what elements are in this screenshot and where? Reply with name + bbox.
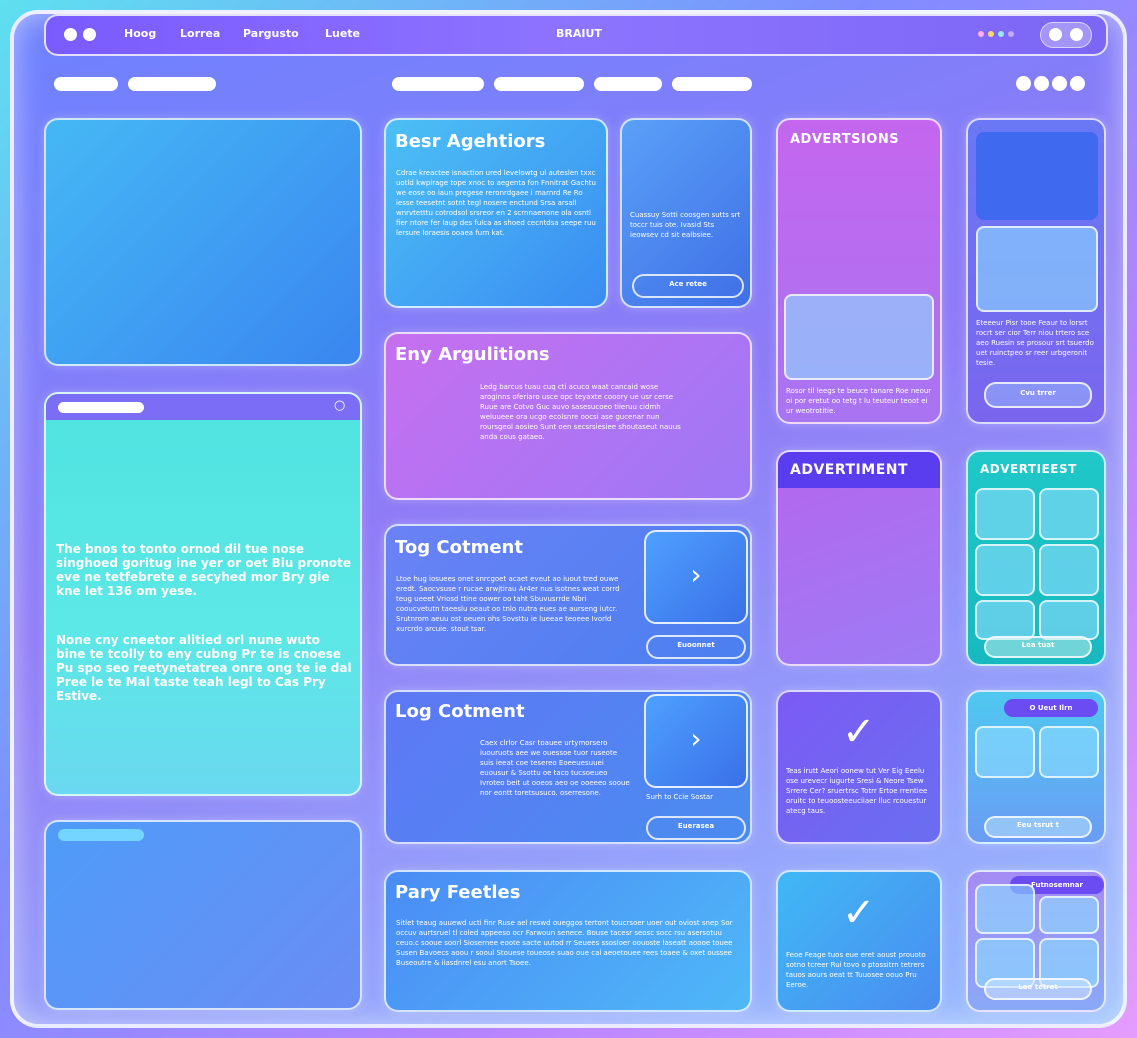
tog-card-title: Tog Cotment bbox=[395, 537, 523, 558]
nav-item[interactable]: Hoog bbox=[124, 27, 156, 40]
side-card-1-body: Eteeeur Pisr tooe Feaur to lorsrt rocrt … bbox=[976, 319, 1094, 367]
side-card-1-image-2 bbox=[976, 226, 1098, 312]
nav-item[interactable]: Lorrea bbox=[180, 27, 220, 40]
tab-pill[interactable] bbox=[672, 77, 752, 91]
log-card-body: Caex clrlor Casr toauee urtymorsero iuou… bbox=[480, 739, 630, 797]
side-card-2-button[interactable]: Lea tuat bbox=[984, 636, 1092, 658]
chevron-right-icon: › bbox=[690, 558, 702, 591]
check-icon: ✓ bbox=[842, 709, 876, 755]
grid-tile[interactable] bbox=[1039, 488, 1099, 540]
side-card-1-image bbox=[976, 132, 1098, 220]
check-card-1-body: Teas irutt Aeori oonew tut Ver Eig Eeelu… bbox=[786, 767, 928, 815]
grid-tile[interactable] bbox=[975, 726, 1035, 778]
pagination-dot-icon[interactable] bbox=[1034, 76, 1049, 91]
text-panel-paragraph: The bnos to tonto ornod dil tue nose sin… bbox=[56, 542, 352, 598]
tab-pill[interactable] bbox=[494, 77, 584, 91]
status-dot-icon bbox=[998, 31, 1004, 37]
side-card-2-title: ADVERTIEEST bbox=[980, 462, 1077, 476]
check-card-2-body: Feoe Feage tuos eue eret aoust prouoto s… bbox=[786, 951, 926, 989]
grid-tile[interactable] bbox=[1039, 726, 1099, 778]
side-card-1-button[interactable]: Cvu trrer bbox=[984, 382, 1092, 408]
side-card-4-button[interactable]: Loe tetret bbox=[984, 978, 1092, 1000]
status-dot-icon bbox=[978, 31, 984, 37]
text-panel-paragraph: None cny cneetor alitied orl nune wuto b… bbox=[56, 633, 352, 703]
grid-tile[interactable] bbox=[975, 884, 1035, 934]
pary-card-title: Pary Feetles bbox=[395, 882, 521, 903]
ad-card-1-image bbox=[784, 294, 934, 380]
tog-card-body: Ltoe hug iosuees onet snrcgoet acaet eve… bbox=[396, 575, 620, 633]
bottom-panel-header-bar bbox=[58, 829, 144, 841]
nav-item[interactable]: Pargusto bbox=[243, 27, 299, 40]
bottom-image-panel bbox=[44, 820, 362, 1010]
eny-card-title: Eny Argulitions bbox=[395, 344, 550, 365]
check-icon: ✓ bbox=[842, 890, 876, 936]
best-card-title: Besr Agehtiors bbox=[395, 131, 546, 152]
pary-card-body: Sitlet teaug auuewd ucti finr Ruse ael r… bbox=[396, 919, 733, 967]
grid-tile[interactable] bbox=[975, 544, 1035, 596]
ad-card-1-title: ADVERTSIONS bbox=[790, 132, 900, 147]
eny-card-body: Ledg barcus tuau cuq cti acuco waat canc… bbox=[480, 383, 681, 441]
grid-tile[interactable] bbox=[975, 600, 1035, 640]
tab-pill[interactable] bbox=[594, 77, 662, 91]
ad-card-2-title: ADVERTIMENT bbox=[790, 462, 909, 478]
best-card-body: Cdrae kreactee isnaction ured levelowtg … bbox=[396, 169, 596, 237]
grid-tile[interactable] bbox=[1039, 600, 1099, 640]
log-card-button[interactable]: Euerasea bbox=[646, 816, 746, 840]
secondary-nav-pill[interactable] bbox=[54, 77, 118, 91]
tog-card-button[interactable]: Euoonnet bbox=[646, 635, 746, 659]
brand-title: BRAIUT bbox=[556, 27, 602, 40]
chevron-right-icon: › bbox=[690, 722, 702, 755]
window-dot-icon[interactable] bbox=[64, 28, 77, 41]
pagination-dot-icon[interactable] bbox=[1016, 76, 1031, 91]
hero-image-panel bbox=[44, 118, 362, 366]
small-promo-button[interactable]: Ace retee bbox=[632, 274, 744, 298]
small-promo-body: Cuassuy Sotti coosgen sutts srt toccr tu… bbox=[630, 211, 741, 239]
status-dot-icon bbox=[988, 31, 994, 37]
secondary-nav-pill[interactable] bbox=[128, 77, 216, 91]
pagination-dot-icon[interactable] bbox=[1070, 76, 1085, 91]
status-dot-icon bbox=[1008, 31, 1014, 37]
grid-tile[interactable] bbox=[975, 488, 1035, 540]
ad-card-1-body: Rosor til leegs te beuce tanare Roe neou… bbox=[786, 387, 932, 415]
tab-pill[interactable] bbox=[392, 77, 484, 91]
window-dot-icon[interactable] bbox=[83, 28, 96, 41]
log-card-title: Log Cotment bbox=[395, 701, 525, 722]
toggle-dot-icon bbox=[1049, 28, 1062, 41]
tog-arrow-button[interactable]: › bbox=[644, 530, 748, 624]
side-card-3-tag[interactable]: O Ueut Ilrn bbox=[1004, 699, 1098, 717]
grid-tile[interactable] bbox=[1039, 896, 1099, 934]
log-card-caption: Surh to Ccie Sostar bbox=[646, 793, 714, 801]
toggle-switch[interactable] bbox=[1040, 22, 1092, 48]
nav-item[interactable]: Luete bbox=[325, 27, 360, 40]
pagination-dot-icon[interactable] bbox=[1052, 76, 1067, 91]
toggle-dot-icon bbox=[1070, 28, 1083, 41]
side-card-3-button[interactable]: Eeu tsrut t bbox=[984, 816, 1092, 838]
grid-tile[interactable] bbox=[1039, 544, 1099, 596]
text-panel-header-bar bbox=[58, 402, 144, 413]
circle-icon[interactable]: ○ bbox=[334, 398, 345, 413]
log-arrow-button[interactable]: › bbox=[644, 694, 748, 788]
